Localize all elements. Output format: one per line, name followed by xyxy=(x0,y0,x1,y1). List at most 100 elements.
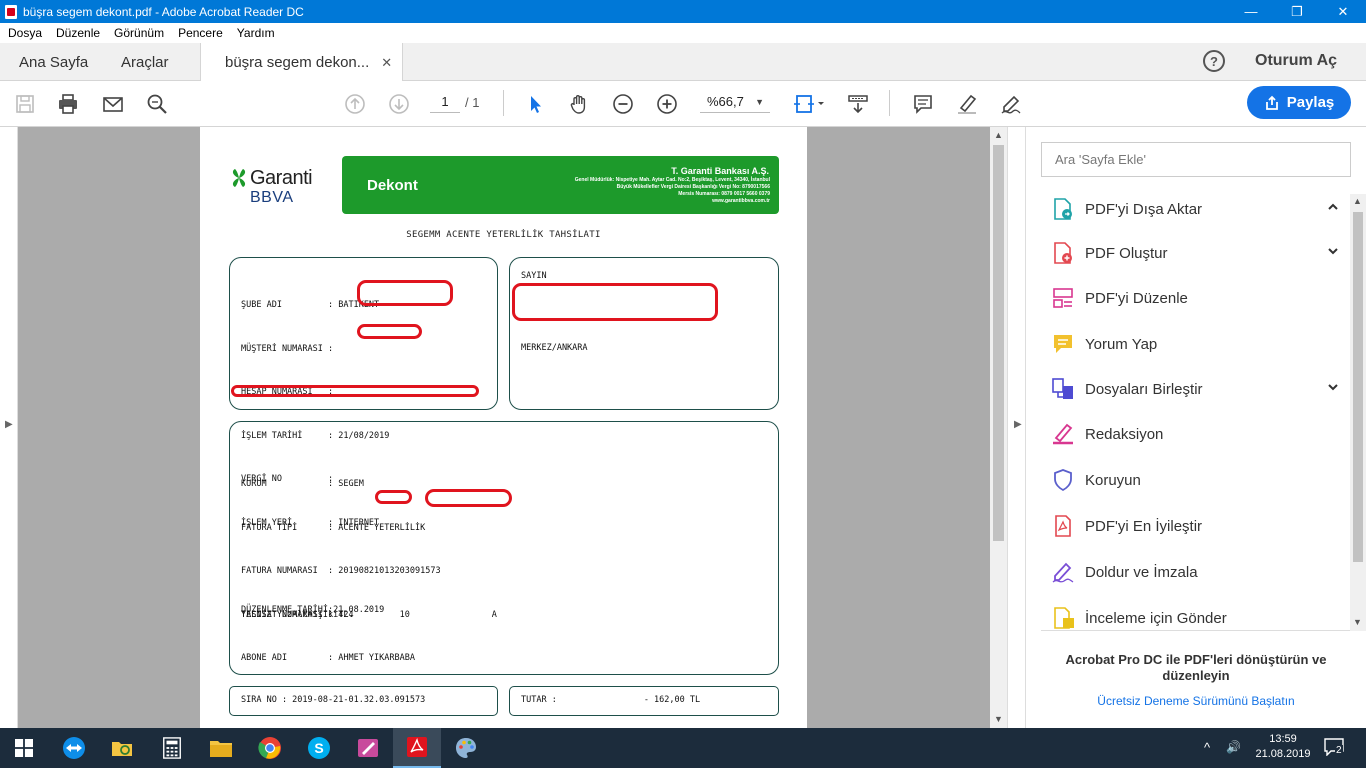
menu-file[interactable]: Dosya xyxy=(8,26,42,40)
highlight-icon[interactable] xyxy=(954,91,980,117)
dekont-label: Dekont xyxy=(367,177,418,194)
scroll-down-icon[interactable]: ▼ xyxy=(994,714,1003,724)
taskbar-file-explorer[interactable] xyxy=(197,728,245,768)
title-bar: büşra segem dekont.pdf - Adobe Acrobat R… xyxy=(0,0,1366,23)
zoom-out-icon[interactable] xyxy=(610,91,636,117)
share-button[interactable]: Paylaş xyxy=(1247,86,1351,119)
tool-protect[interactable]: Koruyun xyxy=(1041,460,1351,500)
fit-page-icon[interactable] xyxy=(792,91,828,117)
sign-in-button[interactable]: Oturum Aç xyxy=(1255,52,1337,70)
zoom-in-icon[interactable] xyxy=(654,91,680,117)
tool-optimize-pdf[interactable]: PDF'yi En İyileştir xyxy=(1041,506,1351,546)
search-icon[interactable] xyxy=(144,91,170,117)
sign-icon[interactable] xyxy=(998,91,1024,117)
menu-view[interactable]: Görünüm xyxy=(114,26,164,40)
scroll-mode-icon[interactable] xyxy=(845,91,871,117)
address-line: www.garantibbva.com.tr xyxy=(712,198,770,204)
close-window-button[interactable]: ✕ xyxy=(1320,0,1366,23)
save-icon[interactable] xyxy=(12,91,38,117)
protect-icon xyxy=(1054,469,1072,492)
scrollbar-thumb[interactable] xyxy=(993,145,1004,541)
hand-icon[interactable] xyxy=(566,91,592,117)
recipient-city: MERKEZ/ANKARA xyxy=(521,343,588,353)
info-line: MÜŞTERİ NUMARASI : xyxy=(241,343,334,354)
taskbar-acrobat[interactable] xyxy=(393,728,441,768)
taskbar-skype[interactable]: S xyxy=(295,728,343,768)
zoom-dropdown[interactable]: %66,7 ▼ xyxy=(700,91,770,113)
tab-close-icon[interactable]: ✕ xyxy=(381,55,392,71)
taskbar-calculator[interactable] xyxy=(148,728,196,768)
print-icon[interactable] xyxy=(55,91,81,117)
svg-text:S: S xyxy=(314,740,323,756)
tutar: TUTAR : - 162,00 TL xyxy=(521,695,701,705)
tab-document-label: büşra segem dekon... xyxy=(225,54,370,71)
document-scrollbar[interactable]: ▲ ▼ xyxy=(990,127,1007,728)
tool-send-review[interactable]: İnceleme için Gönder xyxy=(1041,598,1351,630)
tool-label: PDF'yi Dışa Aktar xyxy=(1085,200,1203,218)
chevron-down-icon[interactable] xyxy=(1327,245,1339,257)
system-clock[interactable]: 13:59 21.08.2019 xyxy=(1253,732,1313,762)
menu-edit[interactable]: Düzenle xyxy=(56,26,100,40)
free-trial-link[interactable]: Ücretsiz Deneme Sürümünü Başlatın xyxy=(1026,694,1366,708)
tool-create-pdf[interactable]: PDF Oluştur xyxy=(1041,233,1351,273)
tool-comment[interactable]: Yorum Yap xyxy=(1041,324,1351,364)
menu-help[interactable]: Yardım xyxy=(237,26,275,40)
taskbar-chrome[interactable] xyxy=(246,728,294,768)
redaction-mark xyxy=(231,385,479,397)
taskbar-teamviewer[interactable] xyxy=(50,728,98,768)
sira-no: SIRA NO : 2019-08-21-01.32.03.091573 xyxy=(241,695,426,705)
tools-scrollbar[interactable]: ▲ ▼ xyxy=(1350,194,1366,631)
scroll-down-icon[interactable]: ▼ xyxy=(1353,617,1362,627)
scrollbar-thumb[interactable] xyxy=(1353,212,1363,562)
page-number-input[interactable]: 1 xyxy=(430,91,460,113)
page-down-icon[interactable] xyxy=(386,91,412,117)
notifications-icon[interactable]: 2 xyxy=(1324,738,1344,757)
tray-expand-icon[interactable]: ^ xyxy=(1204,740,1210,755)
tools-panel: Ara 'Sayfa Ekle' PDF'yi Dışa Aktar PDF O… xyxy=(1026,127,1366,728)
comment-icon[interactable] xyxy=(910,91,936,117)
clover-logo-icon xyxy=(232,169,246,187)
expand-left-icon: ▶ xyxy=(5,419,13,430)
tool-fill-sign[interactable]: Doldur ve İmzala xyxy=(1041,552,1351,592)
chrome-icon xyxy=(258,737,281,759)
left-panel-toggle[interactable]: ▶ xyxy=(0,127,18,728)
taskbar-paint-palette[interactable] xyxy=(442,728,490,768)
volume-icon[interactable]: 🔊 xyxy=(1226,740,1241,754)
taskbar-paint-app[interactable] xyxy=(344,728,392,768)
taskbar-folder-sync[interactable] xyxy=(98,728,146,768)
clock-time: 13:59 xyxy=(1269,733,1297,745)
chevron-up-icon[interactable] xyxy=(1327,201,1339,213)
document-view[interactable]: Garanti BBVA Dekont T. Garanti Bankası A… xyxy=(18,127,990,728)
scroll-up-icon[interactable]: ▲ xyxy=(1353,196,1362,206)
page-up-icon[interactable] xyxy=(342,91,368,117)
help-icon[interactable]: ? xyxy=(1203,50,1225,72)
amount-in-words: YALNIZ YüzAltmışİkiTL. xyxy=(241,610,354,620)
tools-search-input[interactable]: Ara 'Sayfa Ekle' xyxy=(1041,142,1351,177)
tab-document[interactable]: büşra segem dekon... ✕ xyxy=(200,43,404,82)
create-pdf-icon xyxy=(1054,242,1072,264)
start-button[interactable] xyxy=(0,728,48,768)
bank-name: T. Garanti Bankası A.Ş. xyxy=(671,166,769,176)
detail-line: FATURA TİPİ : ACENTE YETERLİLİK xyxy=(241,522,426,533)
notification-count: 2 xyxy=(1335,745,1343,756)
details-lines: KURUM : SEGEM FATURA TİPİ : ACENTE YETER… xyxy=(241,448,497,695)
tool-export-pdf[interactable]: PDF'yi Dışa Aktar xyxy=(1041,189,1351,229)
tool-label: PDF'yi Düzenle xyxy=(1085,289,1188,307)
email-icon[interactable] xyxy=(100,91,126,117)
promo-text: Acrobat Pro DC ile PDF'leri dönüştürün v… xyxy=(1065,652,1327,683)
tool-edit-pdf[interactable]: PDF'yi Düzenle xyxy=(1041,278,1351,318)
minimize-button[interactable]: — xyxy=(1228,0,1274,23)
garanti-logo: Garanti BBVA xyxy=(230,165,330,209)
chevron-down-icon[interactable] xyxy=(1327,381,1339,393)
tab-tools[interactable]: Araçlar xyxy=(121,43,169,81)
file-explorer-icon xyxy=(210,741,232,757)
restore-button[interactable]: ❐ xyxy=(1274,0,1320,23)
tool-combine-files[interactable]: Dosyaları Birleştir xyxy=(1041,369,1351,409)
tool-label: İnceleme için Gönder xyxy=(1085,609,1227,627)
select-icon[interactable] xyxy=(522,91,548,117)
right-panel-toggle[interactable]: ▶ xyxy=(1007,127,1026,728)
tool-redact[interactable]: Redaksiyon xyxy=(1041,414,1351,454)
scroll-up-icon[interactable]: ▲ xyxy=(994,130,1003,140)
tab-home[interactable]: Ana Sayfa xyxy=(19,43,88,81)
menu-window[interactable]: Pencere xyxy=(178,26,223,40)
